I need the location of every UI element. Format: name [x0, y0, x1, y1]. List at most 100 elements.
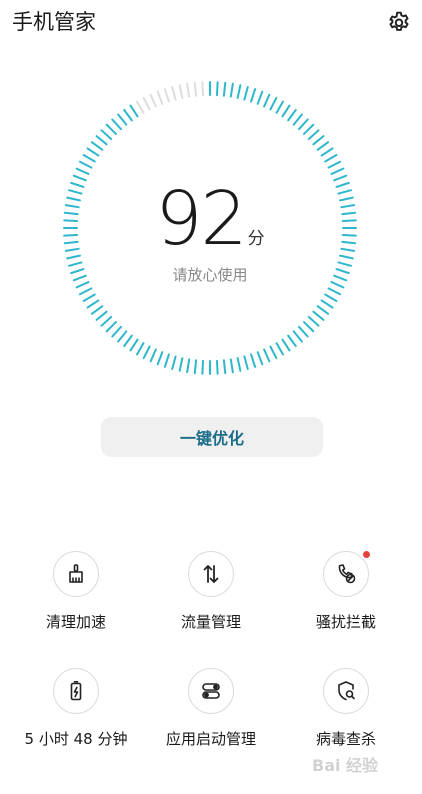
score-status: 请放心使用 — [172, 266, 248, 284]
dial-tick-active — [66, 254, 81, 260]
dial-tick-inactive — [156, 90, 164, 105]
dial-tick-inactive — [171, 85, 177, 101]
dial-tick-active — [303, 321, 315, 333]
tool-icon-circle — [188, 551, 234, 597]
tool-virus-scan[interactable]: 病毒查杀 — [276, 668, 416, 749]
dial-tick-active — [215, 359, 219, 375]
dial-tick-active — [307, 129, 320, 141]
dial-tick-active — [243, 355, 249, 371]
dial-tick-active — [156, 351, 164, 366]
tool-battery[interactable]: 5 小时 48 分钟 — [6, 668, 146, 749]
dial-tick-active — [229, 358, 234, 374]
dial-tick-active — [142, 345, 151, 360]
dial-tick-active — [100, 129, 113, 141]
dial-tick-active — [129, 104, 139, 118]
score-value: 92 — [155, 176, 247, 262]
dial-tick-active — [292, 330, 303, 343]
dial-tick-inactive — [136, 100, 145, 114]
dial-tick-active — [78, 160, 93, 169]
dial-tick-inactive — [149, 93, 157, 108]
dial-tick-active — [193, 359, 198, 375]
dial-tick-active — [123, 108, 133, 122]
dial-tick-active — [149, 348, 157, 363]
one-click-optimize-button[interactable]: 一键优化 — [101, 417, 323, 457]
tool-clean-speedup[interactable]: 清理加速 — [6, 551, 146, 632]
dial-tick-active — [90, 305, 104, 315]
dial-tick-active — [287, 334, 297, 348]
dial-tick-active — [117, 330, 128, 343]
dial-tick-active — [178, 357, 184, 372]
dial-tick-active — [229, 82, 234, 98]
shield-search-icon — [338, 681, 355, 701]
data-arrows-icon — [203, 565, 219, 583]
tool-label: 清理加速 — [45, 613, 106, 631]
dial-tick-active — [78, 287, 93, 296]
tool-data-management[interactable]: 流量管理 — [141, 551, 281, 632]
dial-tick-active — [90, 141, 104, 151]
dial-tick-active — [72, 174, 87, 182]
phone-block-icon — [338, 564, 356, 584]
tool-icon-circle — [188, 668, 234, 714]
tool-harassment-block[interactable]: 骚扰拦截 — [276, 551, 416, 632]
dial-tick-active — [86, 147, 100, 157]
dial-tick-active — [86, 299, 100, 309]
tool-label: 应用启动管理 — [165, 730, 256, 748]
dial-tick-active — [163, 353, 170, 368]
dial-tick-active — [339, 254, 354, 260]
dial-tick-active — [327, 160, 342, 169]
dial-tick-inactive — [178, 84, 184, 99]
app-header: 手机管家 — [0, 0, 422, 48]
dial-tick-active — [201, 359, 205, 375]
dial-tick-active — [281, 338, 291, 352]
dial-tick-active — [287, 108, 297, 122]
tool-label: 5 小时 48 分钟 — [24, 730, 128, 748]
dial-tick-active — [263, 348, 271, 363]
dial-tick-active — [316, 305, 330, 315]
tool-label: 流量管理 — [180, 613, 241, 631]
dial-tick-active — [171, 355, 177, 371]
dial-tick-active — [136, 342, 145, 356]
dial-tick-active — [250, 353, 257, 368]
dial-tick-active — [256, 90, 264, 105]
dial-tick-active — [82, 154, 96, 163]
tool-label: 病毒查杀 — [315, 730, 376, 748]
dial-tick-active — [75, 167, 90, 175]
dial-tick-active — [275, 100, 284, 114]
dial-tick-active — [222, 81, 227, 97]
dial-tick-active — [281, 104, 291, 118]
dial-tick-active — [243, 85, 249, 101]
broom-icon — [69, 564, 83, 583]
dial-tick-active — [111, 325, 123, 338]
dial-tick-active — [250, 88, 257, 103]
dial-tick-active — [105, 321, 117, 333]
dial-tick-active — [222, 359, 227, 375]
notification-badge — [363, 551, 370, 558]
dial-tick-active — [303, 123, 315, 135]
dial-tick-active — [320, 147, 334, 157]
dial-tick-active — [292, 113, 303, 126]
tool-app-launch-management[interactable]: 应用启动管理 — [141, 668, 281, 749]
tool-icon-circle — [53, 551, 99, 597]
gear-icon — [389, 11, 409, 31]
dial-tick-active — [186, 358, 191, 374]
tool-icon-circle — [323, 551, 370, 597]
dial-tick-active — [117, 113, 128, 126]
dial-tick-active — [95, 310, 108, 321]
dial-tick-active — [312, 310, 325, 321]
score-display: 92 分 — [60, 182, 360, 256]
dial-tick-active — [123, 334, 133, 348]
dial-tick-active — [327, 287, 342, 296]
dial-tick-inactive — [193, 81, 198, 97]
app-title: 手机管家 — [12, 10, 96, 34]
dial-tick-active — [111, 118, 123, 131]
settings-button[interactable] — [384, 8, 414, 38]
tool-icon-circle — [323, 668, 369, 714]
tool-label: 骚扰拦截 — [315, 613, 376, 631]
dial-tick-inactive — [142, 96, 151, 111]
dial-tick-active — [330, 167, 345, 175]
dial-tick-active — [297, 118, 309, 131]
dial-tick-active — [333, 174, 348, 182]
dial-tick-active — [320, 299, 334, 309]
dial-tick-active — [236, 84, 242, 99]
dial-tick-inactive — [163, 88, 170, 103]
